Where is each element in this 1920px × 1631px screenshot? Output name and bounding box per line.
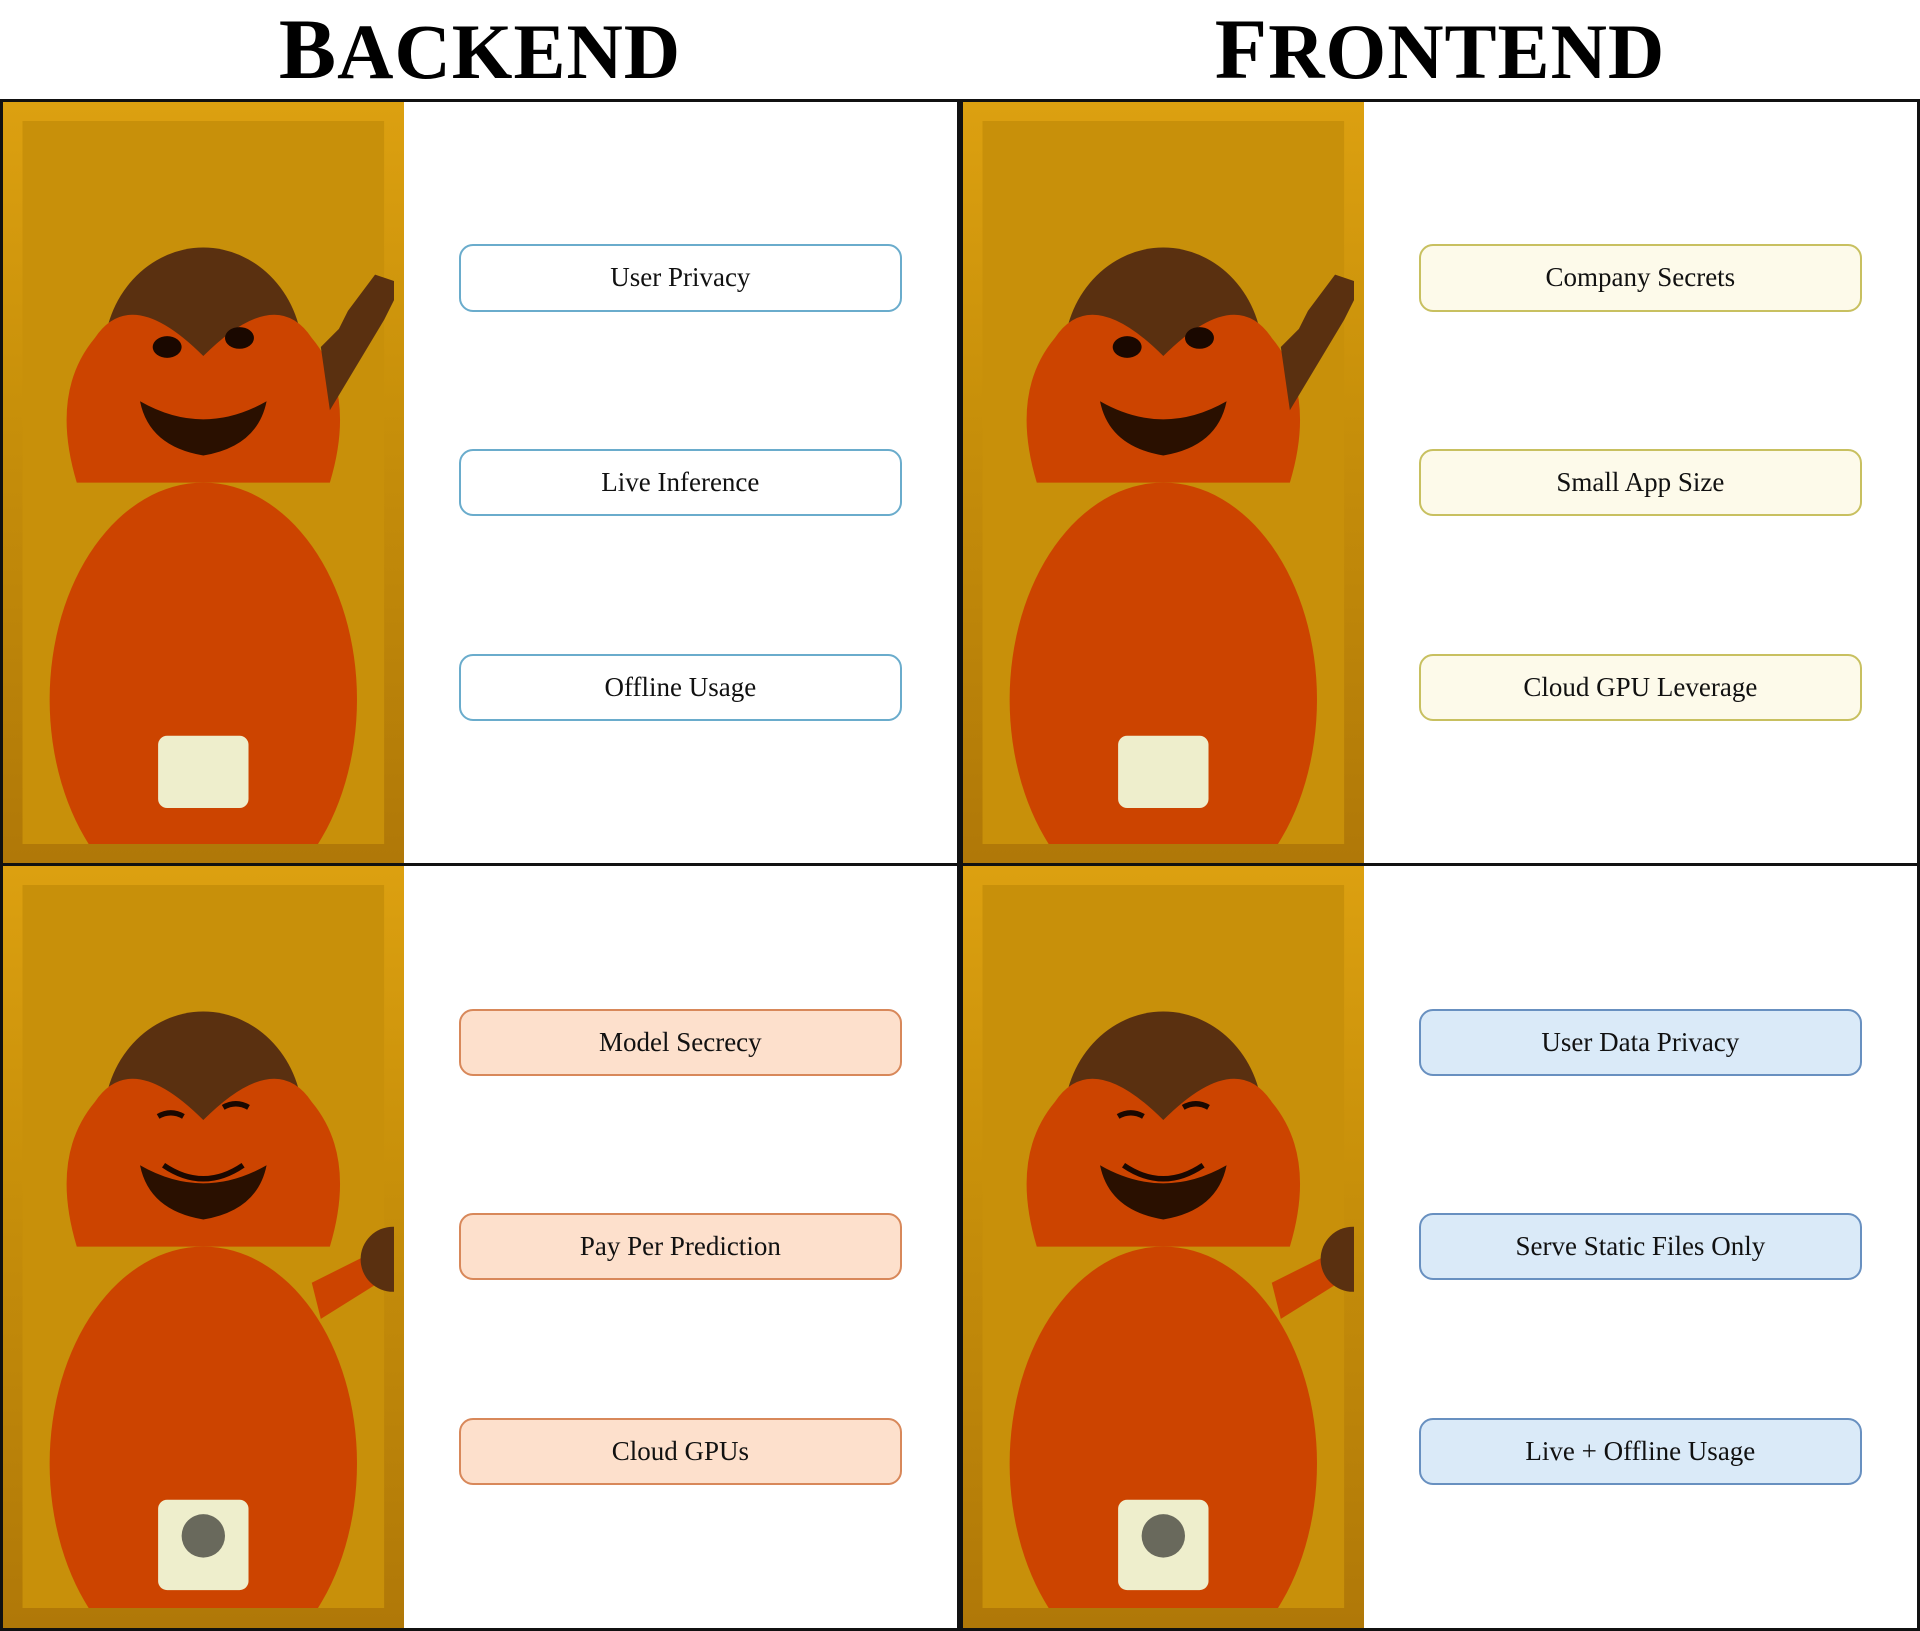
backend-tag-live-inference: Live Inference	[459, 449, 902, 516]
frontend-title-section: FRONTEND	[960, 0, 1920, 99]
frontend-top-drake-image	[963, 102, 1364, 863]
frontend-approve-panel: User Data Privacy Serve Static Files Onl…	[963, 866, 1917, 1627]
frontend-top-tags: Company Secrets Small App Size Cloud GPU…	[1364, 102, 1917, 863]
backend-title: BACKEND	[279, 0, 681, 99]
backend-tag-pay-per-prediction: Pay Per Prediction	[459, 1213, 902, 1280]
backend-tag-offline-usage: Offline Usage	[459, 654, 902, 721]
backend-top-tags: User Privacy Live Inference Offline Usag…	[404, 102, 957, 863]
frontend-side: Company Secrets Small App Size Cloud GPU…	[960, 99, 1920, 1631]
frontend-bottom-drake-image	[963, 866, 1364, 1627]
backend-disapprove-panel: User Privacy Live Inference Offline Usag…	[3, 102, 957, 866]
backend-top-drake-image	[3, 102, 404, 863]
vertical-divider	[958, 99, 963, 1631]
frontend-tag-company-secrets: Company Secrets	[1419, 244, 1862, 311]
frontend-disapprove-panel: Company Secrets Small App Size Cloud GPU…	[963, 102, 1917, 866]
backend-tag-user-privacy: User Privacy	[459, 244, 902, 311]
frontend-bottom-tags: User Data Privacy Serve Static Files Onl…	[1364, 866, 1917, 1627]
backend-side: User Privacy Live Inference Offline Usag…	[0, 99, 960, 1631]
frontend-tag-user-data-privacy: User Data Privacy	[1419, 1009, 1862, 1076]
frontend-tag-cloud-gpu-leverage: Cloud GPU Leverage	[1419, 654, 1862, 721]
backend-approve-panel: Model Secrecy Pay Per Prediction Cloud G…	[3, 866, 957, 1627]
backend-title-section: BACKEND	[0, 0, 960, 99]
backend-bottom-drake-image	[3, 866, 404, 1627]
frontend-title: FRONTEND	[1215, 0, 1665, 99]
frontend-tag-live-offline-usage: Live + Offline Usage	[1419, 1418, 1862, 1485]
backend-tag-cloud-gpus: Cloud GPUs	[459, 1418, 902, 1485]
frontend-tag-serve-static-files: Serve Static Files Only	[1419, 1213, 1862, 1280]
backend-tag-model-secrecy: Model Secrecy	[459, 1009, 902, 1076]
backend-bottom-tags: Model Secrecy Pay Per Prediction Cloud G…	[404, 866, 957, 1627]
frontend-tag-small-app-size: Small App Size	[1419, 449, 1862, 516]
